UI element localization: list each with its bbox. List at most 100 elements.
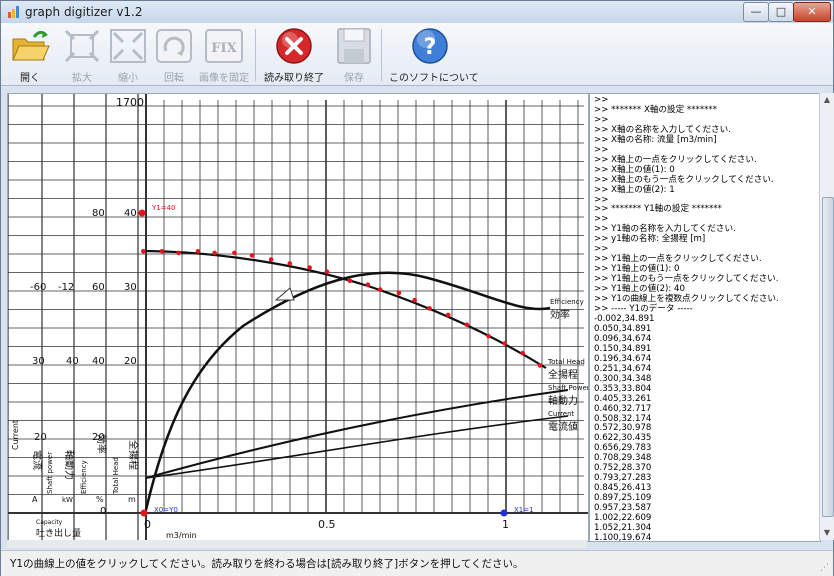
fix-icon: FIX bbox=[205, 29, 243, 63]
status-message: Y1の曲線上の値をクリックしてください。読み取りを終わる場合は[読み取り終了]ボ… bbox=[10, 558, 524, 570]
digitized-point[interactable] bbox=[396, 290, 402, 296]
digitized-point[interactable] bbox=[212, 250, 217, 256]
y-tick-main-40: 40 bbox=[124, 208, 137, 219]
shaft-power-en-curve-label: Shaft Power bbox=[548, 384, 588, 392]
x-axis-name-en: Capacity bbox=[36, 519, 63, 526]
digitized-point[interactable] bbox=[324, 269, 330, 274]
save-button[interactable]: 保存 bbox=[333, 27, 375, 84]
digitized-point[interactable] bbox=[365, 282, 371, 287]
shaft-power-label: 軸動力 bbox=[63, 450, 76, 480]
digitized-point[interactable] bbox=[427, 306, 432, 311]
y-tick-left-40b: 40 bbox=[92, 356, 105, 367]
shaft-power-en-label: Shaft power bbox=[46, 452, 54, 494]
current-curve bbox=[145, 415, 569, 479]
close-button[interactable]: ✕ bbox=[793, 2, 831, 22]
y-tick-60: 60 bbox=[92, 282, 105, 293]
digitized-point[interactable] bbox=[377, 287, 383, 292]
resize-grip-icon[interactable]: ⋰ bbox=[820, 563, 830, 573]
scroll-down-arrow-icon[interactable]: ▼ bbox=[821, 527, 833, 539]
rotate-icon bbox=[156, 29, 192, 63]
log-line: >> ******* X軸の設定 ******* bbox=[594, 104, 718, 115]
shaft-power-curve bbox=[145, 389, 569, 479]
main-window: graph digitizer v1.2 — □ ✕ 開く 拡大 縮小 回転 F… bbox=[0, 0, 834, 576]
graph-horizontal-edge bbox=[7, 540, 587, 548]
digitized-point[interactable] bbox=[347, 278, 353, 283]
log-scrollbar[interactable]: ▲ ▼ bbox=[819, 93, 834, 540]
digitized-point[interactable] bbox=[307, 265, 312, 270]
digitized-point[interactable] bbox=[412, 297, 418, 303]
digitized-point[interactable] bbox=[287, 261, 293, 266]
digitized-point[interactable] bbox=[520, 350, 525, 356]
scroll-up-arrow-icon[interactable]: ▲ bbox=[821, 94, 833, 106]
app-icon bbox=[8, 6, 19, 18]
about-label: このソフトについて bbox=[389, 73, 479, 84]
digitized-point[interactable] bbox=[502, 341, 508, 346]
digitized-point[interactable] bbox=[537, 363, 543, 368]
unit-a: A bbox=[32, 495, 38, 504]
current-en-label: Current bbox=[11, 420, 20, 450]
digitized-point[interactable] bbox=[249, 253, 255, 258]
log-line: >> X軸の名称: 流量 [m3/min] bbox=[594, 134, 717, 145]
digitized-point[interactable] bbox=[464, 322, 470, 327]
zoom-out-icon bbox=[110, 29, 146, 63]
save-icon bbox=[337, 28, 371, 64]
save-label: 保存 bbox=[344, 73, 364, 84]
digitized-point[interactable] bbox=[176, 250, 181, 256]
unit-pct: % bbox=[96, 495, 104, 504]
efficiency-curve bbox=[144, 271, 551, 511]
y-tick--12: -12 bbox=[58, 282, 74, 293]
zoom-in-icon bbox=[64, 29, 100, 63]
digitized-point[interactable] bbox=[141, 249, 146, 254]
digitized-point[interactable] bbox=[486, 333, 491, 339]
y1-calibration-label: Y1=40 bbox=[151, 204, 176, 212]
y-tick-0: 0 bbox=[100, 506, 106, 517]
log-text: >> >> ******* X軸の設定 ******* >> >> X軸の名称を入力し… bbox=[594, 95, 818, 542]
total-head-en-curve-label: Total Head bbox=[547, 358, 585, 366]
current-label: 電流 bbox=[31, 450, 44, 470]
end-reading-button[interactable]: 読み取り終了 bbox=[264, 27, 324, 84]
digitized-point[interactable] bbox=[159, 249, 165, 254]
total-head-label: 全揚程 bbox=[127, 440, 140, 470]
y-tick-main-30: 30 bbox=[124, 282, 137, 293]
title-bar: graph digitizer v1.2 — □ ✕ bbox=[1, 1, 833, 23]
open-button[interactable]: 開く bbox=[9, 27, 51, 84]
digitized-point[interactable] bbox=[232, 250, 237, 256]
window-title: graph digitizer v1.2 bbox=[25, 5, 143, 19]
y-tick-20a: 20 bbox=[34, 432, 47, 443]
y1-calibration-marker[interactable] bbox=[138, 209, 146, 217]
scanned-graph-image[interactable]: 1700 80 40 -60 -12 60 30 30 40 40 20 20 … bbox=[8, 94, 588, 541]
total-head-en-label: Total Head bbox=[112, 457, 120, 495]
log-panel[interactable]: >> >> ******* X軸の設定 ******* >> >> X軸の名称を入力し… bbox=[589, 93, 821, 542]
graph-image-panel[interactable]: 1700 80 40 -60 -12 60 30 30 40 40 20 20 … bbox=[7, 93, 589, 542]
fix-image-button[interactable]: FIX 画像を固定 bbox=[199, 27, 249, 84]
current-en-curve-label: Current bbox=[548, 410, 575, 418]
fix-icon-text: FIX bbox=[211, 41, 237, 56]
digitized-point[interactable] bbox=[195, 249, 201, 254]
maximize-button[interactable]: □ bbox=[768, 2, 794, 22]
log-line: 0.460,32.717 bbox=[594, 403, 652, 414]
y-tick-80: 80 bbox=[92, 208, 105, 219]
minimize-button[interactable]: — bbox=[743, 2, 769, 22]
log-line: 1.100,19.674 bbox=[594, 532, 652, 542]
log-line: >> y1軸の名称: 全揚程 [m] bbox=[594, 234, 706, 245]
digitized-point[interactable] bbox=[268, 257, 274, 262]
fix-image-label: 画像を固定 bbox=[199, 73, 249, 84]
current-curve-label: 電流値 bbox=[548, 420, 578, 433]
unit-m: m bbox=[128, 495, 136, 504]
log-line: >> X軸上の値(2): 1 bbox=[594, 184, 675, 195]
help-icon-text: ? bbox=[424, 35, 437, 60]
x-tick-1: 1 bbox=[502, 518, 509, 531]
y-tick--60: -60 bbox=[30, 282, 46, 293]
origin-calibration-label: X0=Y0 bbox=[154, 506, 178, 514]
digitized-point[interactable] bbox=[445, 312, 451, 318]
x1-calibration-marker[interactable] bbox=[500, 509, 508, 517]
efficiency-label: 効率 bbox=[95, 434, 108, 454]
efficiency-en-curve-label: Efficiency bbox=[550, 298, 584, 306]
graph-image-smudge bbox=[274, 287, 295, 301]
scroll-thumb[interactable] bbox=[822, 197, 834, 517]
y-tick-main-20: 20 bbox=[124, 356, 137, 367]
origin-calibration-marker[interactable] bbox=[140, 509, 148, 517]
about-button[interactable]: ? このソフトについて bbox=[389, 27, 479, 84]
shaft-power-curve-label: 軸動力 bbox=[548, 394, 578, 407]
efficiency-en-label: Efficiency bbox=[80, 460, 88, 494]
